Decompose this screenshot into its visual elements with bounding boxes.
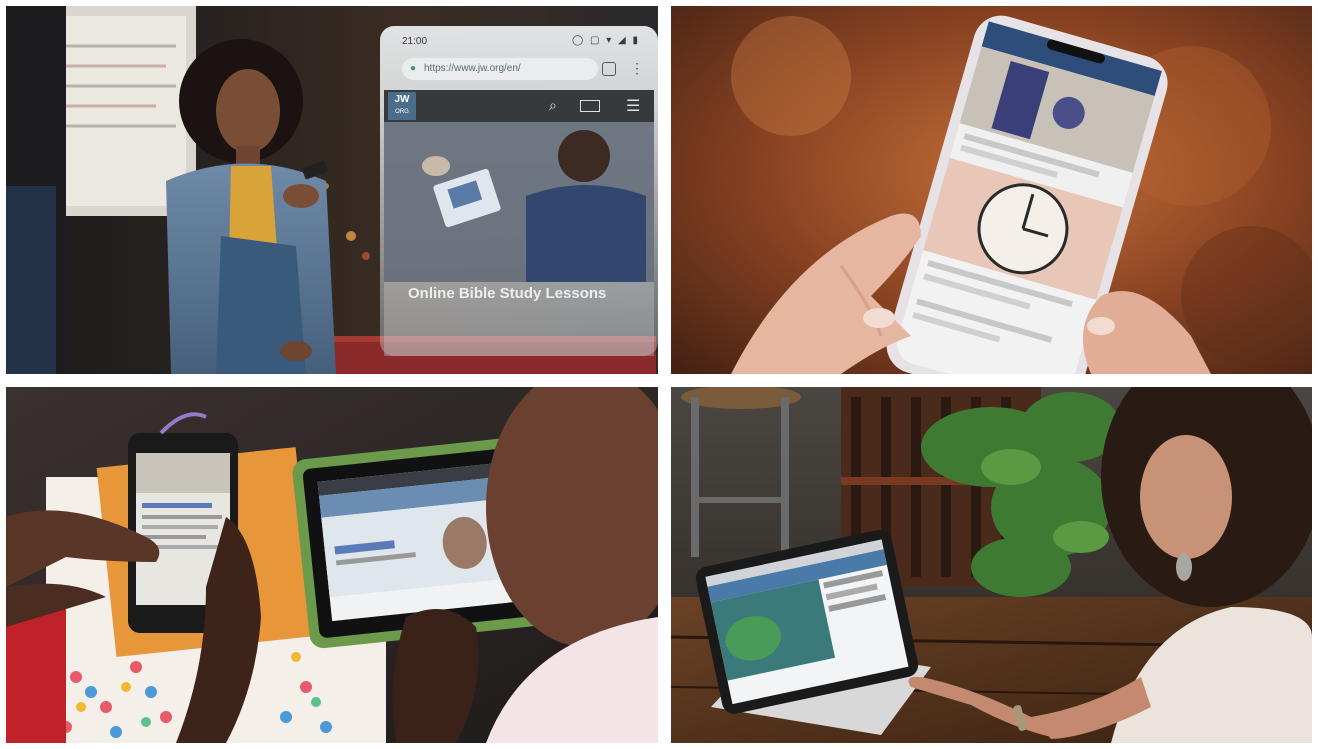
status-icons: ◯ ▢ ▾ ◢ ▮ <box>572 35 640 46</box>
photo-hands-phone <box>671 6 1312 374</box>
photo-panel-woman-at-bus-stop: 21:00 ◯ ▢ ▾ ◢ ▮ ● https://www.jw.org/en/… <box>6 6 658 374</box>
tabs-icon[interactable] <box>602 62 616 76</box>
status-time: 21:00 <box>402 36 428 47</box>
logo-line1: JW <box>394 94 410 105</box>
overlay-status-bar: 21:00 ◯ ▢ ▾ ◢ ▮ <box>394 30 650 52</box>
url-text: https://www.jw.org/en/ <box>424 63 521 74</box>
logo-line2: ORG <box>395 109 409 115</box>
overlay-site-header: JW ORG ⌕ ☰ <box>384 90 654 122</box>
overlay-url-bar[interactable]: ● https://www.jw.org/en/ <box>402 58 598 80</box>
hamburger-menu-icon[interactable]: ☰ <box>626 96 640 116</box>
more-vert-icon[interactable]: ⋮ <box>630 61 644 75</box>
lock-icon: ● <box>410 63 417 74</box>
language-icon[interactable] <box>580 100 600 112</box>
photo-phone-tablet <box>6 387 658 743</box>
search-icon[interactable]: ⌕ <box>549 97 557 114</box>
photo-woman-tablet <box>671 387 1312 743</box>
overlay-article-title[interactable]: Online Bible Study Lessons <box>398 274 648 314</box>
jw-logo[interactable]: JW ORG <box>388 92 416 120</box>
photo-panel-woman-with-tablet <box>671 387 1312 743</box>
photo-panel-hands-holding-phone <box>671 6 1312 374</box>
photo-panel-phone-and-tablet <box>6 387 658 743</box>
